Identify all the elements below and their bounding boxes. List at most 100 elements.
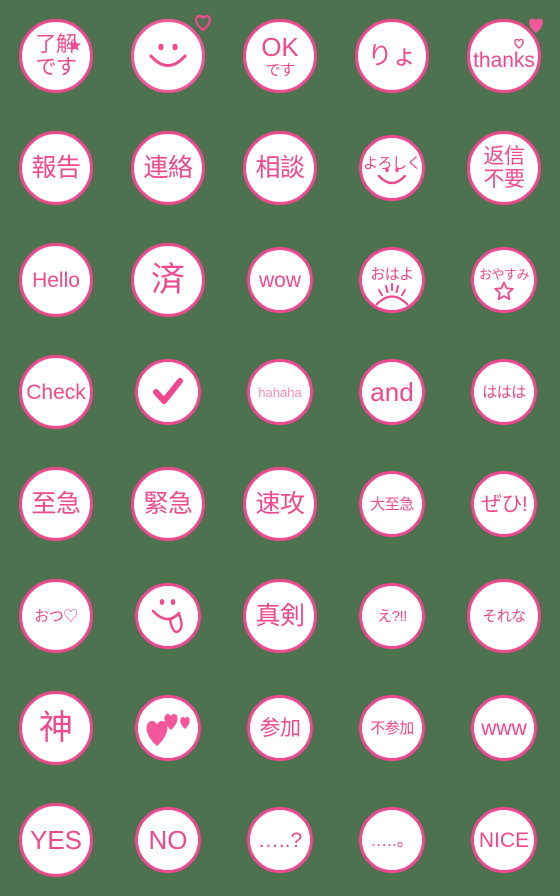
sticker-text: 返信 不要 [483, 144, 526, 190]
sticker-cell[interactable]: NO [112, 784, 224, 896]
sticker-cell[interactable] [112, 672, 224, 784]
sticker-cell[interactable]: りょ [336, 0, 448, 112]
sticker-line-1: 神 [39, 709, 73, 747]
sticker-line-1: 報告 [31, 153, 81, 182]
sticker-nice[interactable]: NICE [471, 807, 537, 873]
sticker-henshin-fuyou[interactable]: 返信 不要 [467, 131, 541, 205]
sticker-line-1: 了解 [35, 32, 78, 56]
sticker-line-1: 至急 [31, 489, 81, 518]
sticker-cell[interactable]: OK です [224, 0, 336, 112]
sticker-cell[interactable]: YES [0, 784, 112, 896]
sticker-cell[interactable]: よろしく [336, 112, 448, 224]
sticker-thanks[interactable]: thanks [467, 18, 543, 93]
sticker-wow[interactable]: wow [247, 247, 313, 313]
sticker-cell[interactable]: おやすみ [448, 224, 560, 336]
sticker-cell[interactable]: 至急 [0, 448, 112, 560]
sticker-cell[interactable]: それな [448, 560, 560, 672]
sticker-ok-desu[interactable]: OK です [243, 19, 317, 93]
sticker-cell[interactable]: 不参加 [336, 672, 448, 784]
sticker-line-1: 相談 [255, 153, 305, 182]
sticker-sumi[interactable]: 済 [131, 243, 205, 317]
sticker-dai-shikyuu[interactable]: 大至急 [359, 471, 425, 537]
sticker-cell[interactable]: hahaha [224, 336, 336, 448]
sticker-cell[interactable]: NICE [448, 784, 560, 896]
sticker-cell[interactable] [112, 560, 224, 672]
sticker-houkoku[interactable]: 報告 [19, 131, 93, 205]
sticker-cell[interactable]: え?!! [336, 560, 448, 672]
sticker-cell[interactable]: おはよ [336, 224, 448, 336]
sticker-ohayo[interactable]: おはよ [359, 247, 425, 313]
sticker-cell[interactable]: 緊急 [112, 448, 224, 560]
sticker-oyasumi[interactable]: おやすみ [471, 247, 537, 313]
sticker-dots-maru[interactable]: …..。 [359, 807, 425, 873]
sticker-hahaha-jp[interactable]: ははは [471, 359, 537, 425]
sticker-soudan[interactable]: 相談 [243, 131, 317, 205]
sticker-line-1: 緊急 [143, 489, 193, 518]
sticker-line-1: え?!! [377, 607, 407, 625]
sticker-kinkyuu[interactable]: 緊急 [131, 467, 205, 541]
sticker-tongue-face[interactable] [135, 583, 201, 649]
sticker-checkmark[interactable] [135, 359, 201, 425]
sticker-cell[interactable]: www [448, 672, 560, 784]
sticker-cell[interactable] [112, 336, 224, 448]
sticker-line-1: おやすみ [478, 266, 530, 282]
sticker-shinken[interactable]: 真剣 [243, 579, 317, 653]
sticker-ryo[interactable]: りょ [355, 19, 429, 93]
sticker-cell[interactable]: 報告 [0, 112, 112, 224]
heart-outline-small-icon [514, 38, 524, 49]
sticker-cell[interactable]: and [336, 336, 448, 448]
sticker-smile-heart[interactable] [131, 14, 211, 93]
sticker-sanka[interactable]: 参加 [247, 695, 313, 761]
sticker-cell[interactable]: 了解 です [0, 0, 112, 112]
sticker-line-1: おはよ [370, 265, 414, 283]
sticker-eh[interactable]: え?!! [359, 583, 425, 649]
sticker-yes[interactable]: YES [19, 803, 93, 877]
sticker-otsu-heart[interactable]: おつ♡ [19, 579, 93, 653]
sticker-zehi[interactable]: ぜひ! [471, 471, 537, 537]
sticker-kami[interactable]: 神 [19, 691, 93, 765]
sticker-fusanka[interactable]: 不参加 [359, 695, 425, 761]
sticker-line-1: 返信 [483, 144, 526, 168]
sticker-cell[interactable]: Hello [0, 224, 112, 336]
sticker-cell[interactable]: 参加 [224, 672, 336, 784]
sticker-sokkou[interactable]: 速攻 [243, 467, 317, 541]
sticker-cell[interactable]: 速攻 [224, 448, 336, 560]
sticker-cell[interactable]: 済 [112, 224, 224, 336]
sticker-ryoukai-desu[interactable]: 了解 です [19, 19, 93, 93]
sticker-and[interactable]: and [359, 359, 425, 425]
sticker-line-1: NO [148, 825, 188, 855]
sticker-hearts[interactable] [135, 695, 201, 761]
sticker-cell[interactable]: …..? [224, 784, 336, 896]
sticker-cell[interactable]: thanks [448, 0, 560, 112]
sticker-line-1: 不参加 [370, 719, 414, 737]
sticker-cell[interactable]: 神 [0, 672, 112, 784]
sticker-cell[interactable]: おつ♡ [0, 560, 112, 672]
sticker-cell[interactable]: …..。 [336, 784, 448, 896]
sticker-sorena[interactable]: それな [467, 579, 541, 653]
sticker-cell[interactable]: 相談 [224, 112, 336, 224]
hearts-icon [146, 714, 190, 746]
sticker-cell[interactable]: 返信 不要 [448, 112, 560, 224]
sticker-check[interactable]: Check [19, 355, 93, 429]
sticker-line-1: ぜひ! [480, 492, 528, 516]
sticker-cell[interactable] [112, 0, 224, 112]
sticker-cell[interactable]: 真剣 [224, 560, 336, 672]
sunrise-icon [375, 283, 409, 306]
sticker-dots-question[interactable]: …..? [247, 807, 313, 873]
sticker-cell[interactable]: wow [224, 224, 336, 336]
sticker-cell[interactable]: ぜひ! [448, 448, 560, 560]
sticker-no[interactable]: NO [135, 807, 201, 873]
sticker-yoroshiku[interactable]: よろしく [359, 135, 425, 201]
sticker-www[interactable]: www [471, 695, 537, 761]
sticker-cell[interactable]: Check [0, 336, 112, 448]
check-icon [153, 378, 183, 404]
sticker-line-1: 速攻 [255, 489, 305, 518]
sticker-hello[interactable]: Hello [19, 243, 93, 317]
sticker-renraku[interactable]: 連絡 [131, 131, 205, 205]
sticker-line-1: wow [258, 268, 301, 292]
sticker-cell[interactable]: ははは [448, 336, 560, 448]
sticker-shikyuu[interactable]: 至急 [19, 467, 93, 541]
sticker-cell[interactable]: 連絡 [112, 112, 224, 224]
sticker-hahaha[interactable]: hahaha [247, 359, 313, 425]
sticker-cell[interactable]: 大至急 [336, 448, 448, 560]
